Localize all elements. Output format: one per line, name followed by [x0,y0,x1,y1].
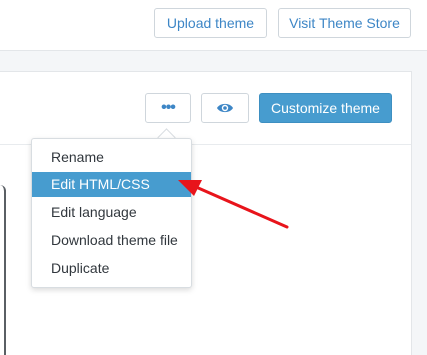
customize-theme-button[interactable]: Customize theme [259,93,392,123]
menu-item-duplicate[interactable]: Duplicate [32,256,191,281]
menu-item-download-theme-file[interactable]: Download theme file [32,228,191,253]
menu-item-edit-language[interactable]: Edit language [32,200,191,225]
theme-actions-menu: Rename Edit HTML/CSS Edit language Downl… [31,138,192,288]
visit-theme-store-button[interactable]: Visit Theme Store [278,8,411,38]
eye-icon [217,103,233,113]
theme-page: Upload theme Visit Theme Store ••• Custo… [0,0,427,355]
ellipsis-icon: ••• [161,99,176,116]
top-bar: Upload theme Visit Theme Store [0,0,427,51]
menu-item-rename[interactable]: Rename [32,145,191,170]
upload-theme-button[interactable]: Upload theme [154,8,267,38]
more-actions-button[interactable]: ••• [145,93,191,123]
menu-item-edit-html-css[interactable]: Edit HTML/CSS [32,172,191,197]
theme-preview-device-frame [0,185,6,355]
preview-button[interactable] [201,93,249,123]
